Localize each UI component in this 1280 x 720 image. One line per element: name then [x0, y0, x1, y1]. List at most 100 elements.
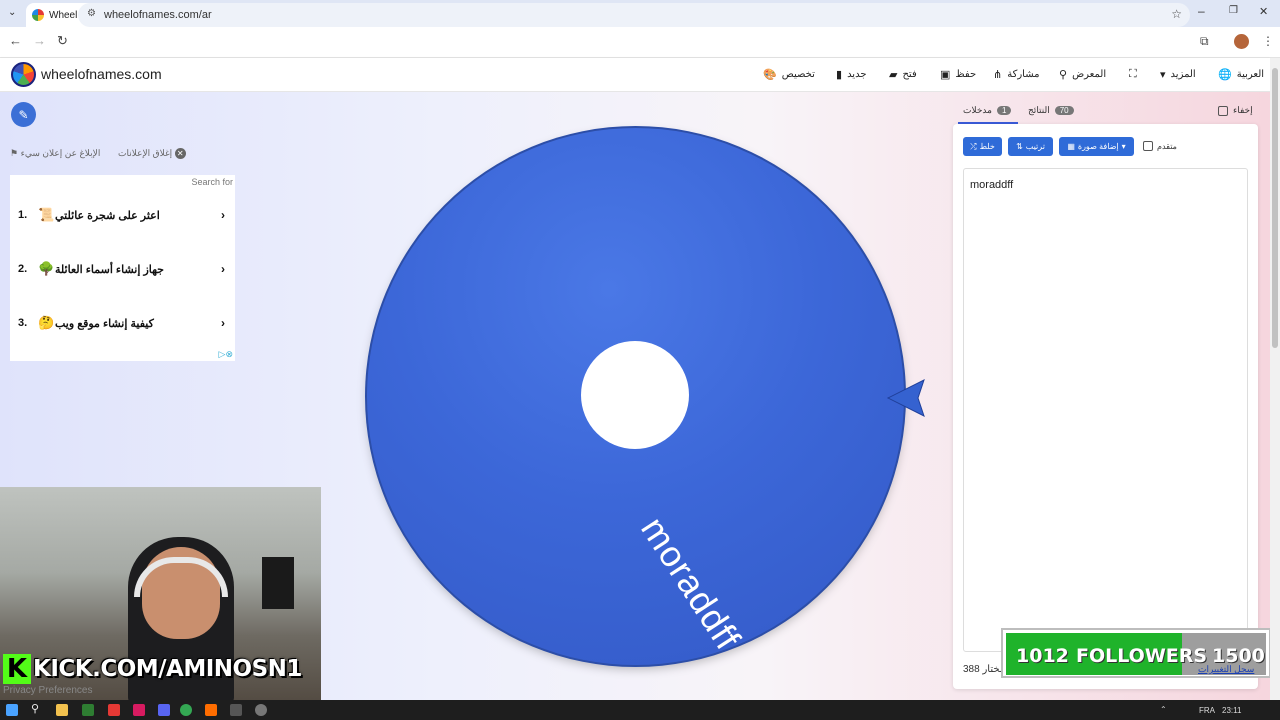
hide-checkbox[interactable]: [1218, 105, 1228, 116]
edit-pencil-icon[interactable]: ✎: [11, 102, 36, 127]
entries-textarea[interactable]: moraddff: [963, 168, 1248, 652]
chevron-right-icon: ›: [221, 316, 225, 330]
sort-icon: ⇅: [1016, 142, 1023, 151]
site-header: wheelofnames.com 🎨 تخصيص ▮ جديد ▰ فتح ▣ …: [0, 58, 1270, 92]
customize-label: تخصيص: [781, 69, 815, 80]
ad-item[interactable]: 2. 🌳 جهاز إنشاء أسماء العائلة ›: [10, 261, 235, 281]
flag-icon: ⚑: [10, 148, 19, 158]
profile-avatar[interactable]: [1234, 34, 1249, 49]
open-label: فتح: [902, 69, 917, 80]
close-circle-icon: ✕: [174, 148, 186, 159]
address-bar: [0, 27, 1280, 58]
advanced-label: متقدم: [1157, 141, 1177, 151]
results-count-badge: 70: [1054, 106, 1074, 115]
brand-name[interactable]: wheelofnames.com: [41, 66, 162, 82]
taskbar-search-icon[interactable]: ⚲: [31, 702, 39, 715]
thinking-face-icon: 🤔: [38, 315, 55, 330]
app-icon[interactable]: [205, 704, 217, 716]
ad-item[interactable]: 3. 🤔 كيفية إنشاء موقع ويب ›: [10, 315, 235, 335]
ad-item-number: 3.: [18, 317, 28, 329]
taskbar-clock[interactable]: 23:11: [1222, 706, 1241, 715]
more-button[interactable]: ▾ المزيد: [1160, 68, 1196, 81]
results-tab-label: النتائج: [1028, 105, 1050, 115]
language-label: العربية: [1236, 69, 1265, 80]
folder-icon: ▰: [889, 69, 898, 81]
wheel-pointer-icon: [886, 379, 925, 417]
scrollbar-thumb[interactable]: [1272, 68, 1278, 348]
advanced-checkbox[interactable]: [1143, 141, 1153, 151]
page-scrollbar[interactable]: [1270, 58, 1280, 700]
site-info-icon[interactable]: ⚙: [87, 8, 96, 19]
entries-count-badge: 1: [996, 106, 1012, 115]
share-icon: ⋔: [993, 69, 1003, 81]
app-icon[interactable]: [255, 704, 267, 716]
forward-icon[interactable]: →: [33, 33, 46, 48]
caret-down-icon: ▾: [1160, 69, 1166, 81]
chrome-icon[interactable]: [180, 704, 192, 716]
share-button[interactable]: ⋔ مشاركة: [993, 68, 1040, 81]
file-explorer-icon[interactable]: [56, 704, 68, 716]
sort-button[interactable]: ⇅ ترتيب: [1008, 137, 1053, 156]
save-icon: ▣: [940, 69, 951, 81]
minimize-icon[interactable]: –: [1198, 4, 1205, 18]
new-button[interactable]: ▮ جديد: [836, 68, 867, 81]
chevron-right-icon: ›: [221, 208, 225, 222]
windows-start-icon[interactable]: [6, 704, 18, 716]
tab-results[interactable]: النتائج 70: [1028, 105, 1074, 116]
gallery-button[interactable]: ⚲ المعرض: [1059, 68, 1106, 81]
wheel-hub[interactable]: [581, 341, 689, 449]
kick-channel-banner: K KICK.COM/AMINOSN1: [3, 654, 302, 684]
app-icon[interactable]: [230, 704, 242, 716]
customize-button[interactable]: 🎨 تخصيص: [763, 68, 815, 81]
panel-tabs: مدخلات 1 النتائج 70 إخفاء: [953, 100, 1258, 124]
browser-menu-icon[interactable]: ⋮: [1262, 34, 1274, 48]
shuffle-icon: ⤮: [970, 141, 977, 151]
advanced-toggle[interactable]: متقدم: [1143, 141, 1177, 151]
adchoices-icon[interactable]: ▷⊗: [219, 349, 233, 360]
report-ad-label: الإبلاغ عن إعلان سيء: [20, 148, 101, 158]
app-icon[interactable]: [82, 704, 94, 716]
tab-list-icon[interactable]: ⌄: [8, 7, 16, 18]
wheel-logo-icon[interactable]: [11, 62, 36, 87]
save-button[interactable]: ▣ حفظ: [940, 68, 976, 81]
caret-down-icon: ▾: [1121, 142, 1126, 151]
search-icon: ⚲: [1059, 69, 1068, 81]
ad-item-number: 1.: [18, 209, 28, 221]
url-field[interactable]: ⚙ wheelofnames.com/ar ☆: [78, 3, 1190, 27]
hide-toggle[interactable]: إخفاء: [1218, 105, 1253, 116]
save-label: حفظ: [955, 69, 977, 80]
image-icon: ▦: [1067, 142, 1075, 151]
taskbar-language[interactable]: FRA: [1199, 706, 1215, 715]
shuffle-button[interactable]: ⤮ خلط: [963, 137, 1002, 156]
app-icon[interactable]: [108, 704, 120, 716]
privacy-preferences-link[interactable]: Privacy Preferences: [3, 685, 92, 696]
changelog-link[interactable]: سجل التغييرات: [1198, 664, 1254, 675]
tray-chevron-icon[interactable]: ⌃: [1160, 705, 1167, 714]
shuffle-label: خلط: [979, 142, 995, 151]
fullscreen-button[interactable]: ⛶: [1129, 68, 1137, 81]
extensions-icon[interactable]: ⧉: [1200, 34, 1209, 49]
instagram-icon[interactable]: [133, 704, 145, 716]
hide-label: إخفاء: [1233, 105, 1253, 115]
discord-icon[interactable]: [158, 704, 170, 716]
chevron-right-icon: ›: [221, 262, 225, 276]
tab-entries[interactable]: مدخلات 1: [963, 105, 1012, 116]
close-ads-label: إغلاق الإعلانات: [118, 148, 173, 158]
close-ads-link[interactable]: إغلاق الإعلانات ✕: [118, 148, 186, 159]
bookmark-star-icon[interactable]: ☆: [1171, 7, 1182, 21]
scroll-icon: 📜: [38, 207, 55, 222]
report-ad-link[interactable]: ⚑ الإبلاغ عن إعلان سيء: [10, 148, 100, 159]
ad-item-text: كيفية إنشاء موقع ويب: [55, 318, 154, 330]
back-icon[interactable]: ←: [9, 33, 22, 48]
add-image-label: إضافة صورة: [1077, 142, 1119, 151]
add-image-button[interactable]: ▦ إضافة صورة ▾: [1059, 137, 1134, 156]
reload-icon[interactable]: ↻: [57, 33, 68, 49]
share-label: مشاركة: [1007, 69, 1040, 80]
gallery-label: المعرض: [1072, 69, 1107, 80]
close-window-icon[interactable]: ✕: [1259, 5, 1268, 18]
restore-icon[interactable]: ❐: [1229, 5, 1238, 16]
language-button[interactable]: 🌐 العربية: [1218, 68, 1264, 81]
open-button[interactable]: ▰ فتح: [889, 68, 917, 81]
counter-value: 388: [963, 664, 980, 675]
ad-item[interactable]: 1. 📜 اعثر على شجرة عائلتي ›: [10, 207, 235, 227]
